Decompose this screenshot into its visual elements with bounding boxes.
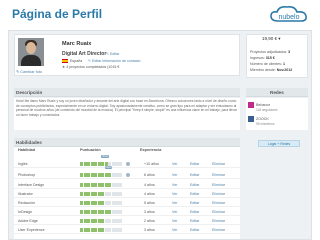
view-button[interactable]: Ver [172,201,177,205]
view-button[interactable]: Ver [172,210,177,214]
level-tooltip: Nivel [101,155,109,158]
skill-level-bar [80,201,123,205]
skills-title: Habilidades [16,140,42,145]
stat-row: Proyectos adjudicados: 3 [250,50,291,54]
logo-text: nubelo [278,14,299,21]
skill-row: InDesign 3 años Ver Editar Eliminar [14,208,240,216]
skill-experience: 6 años [144,173,155,177]
cloud-logo-icon: nubelo [270,6,307,22]
spain-flag-icon [62,59,68,64]
description-title: Descripción [16,90,43,95]
delete-button[interactable]: Eliminar [212,201,225,205]
delete-button[interactable]: Eliminar [212,219,225,223]
behance-icon [248,102,254,108]
skill-experience: 5 años [144,201,155,205]
skill-row: Photoshop Nivel 6 años Ver Editar Eliminar [14,166,240,179]
add-redes-button[interactable]: Logar + Redes [258,140,300,147]
red-zoock[interactable]: ZOOCK 95 miembros [248,116,274,126]
change-photo-link[interactable]: ✎ Cambiar foto [16,69,42,74]
edit-job-link[interactable]: ✎ Editar [106,52,119,56]
skill-name: Redacción [18,201,35,205]
edit-button[interactable]: Editar [190,173,199,177]
skill-row: User Experience 3 años Ver Editar Eliminar [14,226,240,234]
description-text: Hola! Me llamo Marc Ruaix y soy un joven… [16,99,237,117]
skill-name: InDesign [18,210,33,214]
skill-name: Interface Design [18,183,45,187]
top-bar: Página de Perfil nubelo [0,0,320,28]
skills-header [14,138,240,147]
skill-experience: +10 años [144,162,159,166]
edit-contact-link[interactable]: ✎ Editar información de contacto [88,59,141,63]
skill-experience: 4 años [144,183,155,187]
edit-button[interactable]: Editar [190,219,199,223]
skill-level-bar [80,183,123,187]
skill-level-bar [80,219,123,223]
skill-level-bar [80,228,123,232]
delete-button[interactable]: Eliminar [212,192,225,196]
skill-experience: 2 años [144,219,155,223]
stat-row: Número de clientes: 1 [250,62,285,66]
skill-experience: 3 años [144,228,155,232]
level-tooltip: Nivel [104,166,113,169]
skill-name: Illustrator [18,192,33,196]
balance[interactable]: 19,90 € ▾ [262,36,281,42]
stat-row: Miembro desde: Nov.2012 [250,68,293,72]
skill-row: Redacción 5 años Ver Editar Eliminar [14,199,240,207]
skill-row: Interface Design 4 años Ver Editar Eliminar [14,181,240,189]
skill-name: User Experience [18,228,45,232]
chevron-down-icon: ▾ [278,36,281,41]
view-button[interactable]: Ver [172,173,177,177]
red-behance[interactable]: Behance 118 seguidores [248,102,278,112]
view-button[interactable]: Ver [172,192,177,196]
edit-button[interactable]: Editar [190,201,199,205]
country: España [62,59,82,64]
skill-name: Adobe Edge [18,219,38,223]
projects-completed: ★ 4 proyectos completados (1015 € [62,65,120,69]
page-title: Página de Perfil [12,7,103,21]
profile-card [14,34,240,76]
edit-button[interactable]: Editar [190,162,199,166]
view-button[interactable]: Ver [172,162,177,166]
col-exp: Experiencia [140,148,162,152]
edit-button[interactable]: Editar [190,183,199,187]
zoock-icon [248,116,254,122]
delete-button[interactable]: Eliminar [212,210,225,214]
view-button[interactable]: Ver [172,219,177,223]
skill-level-bar [80,162,123,166]
skill-name: Inglés [18,162,28,166]
col-skill: Habilidad [18,148,36,152]
skill-name: Photoshop [18,173,36,177]
skill-level-bar [80,192,123,196]
profile-name: Marc Ruaix [62,41,92,47]
skill-level-bar [80,210,123,214]
skill-row: Inglés Nivel +10 años Ver Editar Eliminar [14,155,240,168]
skill-experience: 3 años [144,210,155,214]
edit-button[interactable]: Editar [190,192,199,196]
description-header [14,88,240,97]
view-button[interactable]: Ver [172,183,177,187]
delete-button[interactable]: Eliminar [212,173,225,177]
avatar [18,38,44,66]
help-icon[interactable] [126,173,130,177]
col-score: Puntuación [80,148,101,152]
view-button[interactable]: Ver [172,228,177,232]
delete-button[interactable]: Eliminar [212,183,225,187]
edit-button[interactable]: Editar [190,210,199,214]
delete-button[interactable]: Eliminar [212,228,225,232]
delete-button[interactable]: Eliminar [212,162,225,166]
skill-row: Illustrator 4 años Ver Editar Eliminar [14,190,240,198]
stat-row: Ingresos: 315 € [250,56,275,60]
skill-level-bar [80,173,123,177]
edit-button[interactable]: Editar [190,228,199,232]
redes-title: Redes [270,90,284,95]
skill-experience: 4 años [144,192,155,196]
help-icon[interactable] [126,162,130,166]
nubelo-logo[interactable]: nubelo [268,4,312,26]
job-title: Digital Art Director [62,51,107,57]
skill-row: Adobe Edge 2 años Ver Editar Eliminar [14,217,240,225]
